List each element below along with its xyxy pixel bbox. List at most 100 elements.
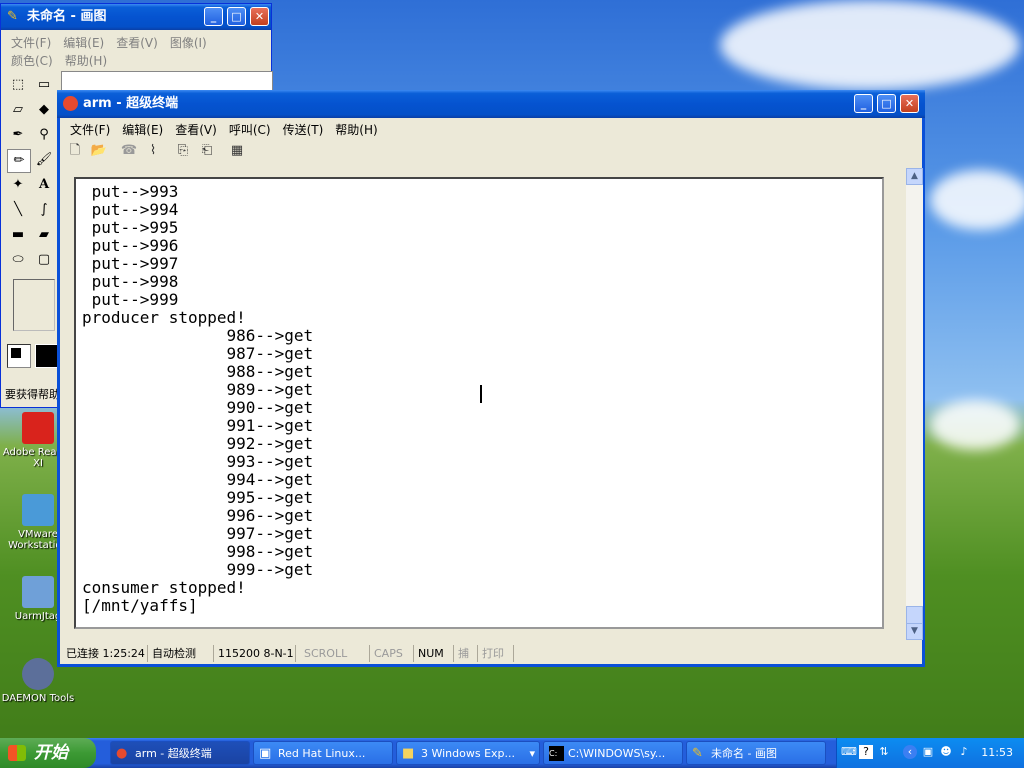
scroll-down-icon[interactable]: ▼ [906, 623, 923, 640]
menu-transfer[interactable]: 传送(T) [277, 118, 330, 138]
close-button[interactable]: ✕ [250, 7, 269, 26]
task-label: 3 Windows Exp... [421, 747, 516, 760]
group-arrow-icon: ▾ [529, 747, 535, 760]
taskbar-button-cmd[interactable]: C: C:\WINDOWS\sy... [543, 741, 683, 765]
menu-image[interactable]: 图像(I) [164, 31, 213, 51]
menu-file[interactable]: 文件(F) [64, 118, 116, 138]
terminal-line: put-->998 [82, 272, 179, 291]
hyperterminal-window[interactable]: arm - 超级终端 _ □ ✕ 文件(F) 编辑(E) 查看(V) 呼叫(C) 传送(… [57, 90, 925, 667]
keyboard-icon[interactable]: ⌨ [841, 745, 857, 759]
task-label: 未命名 - 画图 [711, 747, 777, 760]
terminal-line: 987-->get [82, 344, 314, 363]
wallpaper-cloud [720, 0, 1020, 90]
text-cursor [480, 385, 482, 403]
disconnect-icon[interactable]: ⌇ [144, 142, 162, 159]
desktop-icon-label: UarmJtag [14, 611, 62, 622]
vertical-scrollbar[interactable]: ▲ ▼ [906, 168, 923, 640]
status-num: NUM [414, 645, 454, 662]
maximize-button[interactable]: □ [877, 94, 896, 113]
terminal-line: 986-->get [82, 326, 314, 345]
menu-view[interactable]: 查看(V) [169, 118, 223, 138]
taskbar-button-paint[interactable]: ✎ 未命名 - 画图 [686, 741, 826, 765]
text-icon[interactable]: A [33, 174, 55, 196]
line-icon[interactable]: ╲ [7, 199, 29, 221]
rect-select-icon[interactable]: ▭ [33, 74, 55, 96]
status-port-settings: 115200 8-N-1 [214, 645, 296, 662]
rectangle-icon[interactable]: ▬ [7, 224, 29, 246]
terminal-line: 988-->get [82, 362, 314, 381]
uarmjtag-icon [22, 576, 54, 608]
send-icon[interactable]: ⎘ [174, 142, 192, 159]
qq-icon[interactable]: ☻ [939, 745, 953, 759]
magnifier-icon[interactable]: ⚲ [33, 124, 55, 146]
desktop-icon-label: DAEMON Tools [1, 693, 75, 704]
airbrush-icon[interactable]: ✦ [7, 174, 29, 196]
menu-edit[interactable]: 编辑(E) [57, 31, 110, 51]
maximize-button[interactable]: □ [227, 7, 246, 26]
task-label: C:\WINDOWS\sy... [568, 747, 666, 760]
fill-icon[interactable]: ◆ [33, 99, 55, 121]
taskbar-button-hyperterminal[interactable]: ● arm - 超级终端 [110, 741, 250, 765]
taskbar-button-redhat[interactable]: ▣ Red Hat Linux... [253, 741, 393, 765]
brush-icon[interactable]: 🖌 [33, 149, 55, 171]
curve-icon[interactable]: ∫ [33, 199, 55, 221]
terminal-screen[interactable]: put-->993 put-->994 put-->995 put-->996 … [74, 177, 884, 629]
menu-colors[interactable]: 颜色(C) [5, 49, 59, 69]
terminal-menu-bar: 文件(F) 编辑(E) 查看(V) 呼叫(C) 传送(T) 帮助(H) [64, 118, 918, 138]
open-folder-icon[interactable]: 📂 [90, 142, 108, 159]
terminal-line: consumer stopped! [82, 578, 246, 597]
start-button[interactable]: 开始 [0, 738, 96, 768]
terminal-line: [/mnt/yaffs] [82, 596, 198, 615]
terminal-line: 994-->get [82, 470, 314, 489]
network-icon[interactable]: ▣ [921, 745, 935, 759]
tray-arrow-icon[interactable]: ⇅ [877, 745, 891, 759]
menu-call[interactable]: 呼叫(C) [223, 118, 277, 138]
new-document-icon[interactable]: 🗋 [66, 142, 84, 159]
rounded-rect-icon[interactable]: ▢ [33, 249, 55, 271]
menu-help[interactable]: 帮助(H) [329, 118, 383, 138]
expand-tray-icon[interactable]: ‹ [903, 745, 917, 759]
terminal-line: 992-->get [82, 434, 314, 453]
terminal-line: put-->999 [82, 290, 179, 309]
paint-tool-palette: ⬚ ▭ ▱ ◆ ✒ ⚲ ✏ 🖌 ✦ A ╲ ∫ ▬ ▰ ⬭ ▢ [5, 74, 57, 344]
paint-menu-row2: 颜色(C) 帮助(H) [5, 49, 267, 69]
adobe-reader-icon [22, 412, 54, 444]
ellipse-icon[interactable]: ⬭ [7, 249, 29, 271]
terminal-line: 991-->get [82, 416, 314, 435]
menu-edit[interactable]: 编辑(E) [116, 118, 169, 138]
color-swatch[interactable] [7, 344, 31, 368]
folder-icon: ■ [402, 746, 415, 761]
color-picker-icon[interactable]: ✒ [7, 124, 29, 146]
free-select-icon[interactable]: ⬚ [7, 74, 29, 96]
tool-options-box[interactable] [13, 279, 55, 331]
pencil-icon[interactable]: ✏ [7, 149, 31, 173]
hyperterminal-icon: ● [116, 746, 128, 761]
menu-view[interactable]: 查看(V) [110, 31, 164, 51]
status-detect: 自动检测 [148, 645, 214, 662]
polygon-icon[interactable]: ▰ [33, 224, 55, 246]
terminal-title: arm - 超级终端 [83, 96, 179, 111]
help-icon[interactable]: ? [859, 745, 873, 759]
menu-help[interactable]: 帮助(H) [59, 49, 113, 69]
paint-title-bar[interactable]: ✎ 未命名 - 画图 _ □ ✕ [1, 4, 271, 30]
cmd-icon: C: [549, 746, 564, 761]
minimize-button[interactable]: _ [854, 94, 873, 113]
color-palette[interactable] [35, 344, 59, 368]
terminal-title-bar[interactable]: arm - 超级终端 _ □ ✕ [57, 90, 925, 118]
call-icon[interactable]: ☎ [120, 142, 138, 159]
eraser-icon[interactable]: ▱ [7, 99, 29, 121]
task-label: arm - 超级终端 [135, 747, 212, 760]
close-button[interactable]: ✕ [900, 94, 919, 113]
scroll-up-icon[interactable]: ▲ [906, 168, 923, 185]
status-capture: 捕 [454, 645, 478, 662]
minimize-button[interactable]: _ [204, 7, 223, 26]
receive-icon[interactable]: ⎗ [198, 142, 216, 159]
daemon-tools-icon [22, 658, 54, 690]
properties-icon[interactable]: ▦ [228, 142, 246, 159]
terminal-line: put-->995 [82, 218, 179, 237]
terminal-line: 999-->get [82, 560, 314, 579]
taskbar-button-explorer-group[interactable]: ■ 3 Windows Exp... ▾ [396, 741, 540, 765]
menu-file[interactable]: 文件(F) [5, 31, 57, 51]
clock[interactable]: 11:53 [981, 738, 1013, 768]
volume-icon[interactable]: ♪ [957, 745, 971, 759]
